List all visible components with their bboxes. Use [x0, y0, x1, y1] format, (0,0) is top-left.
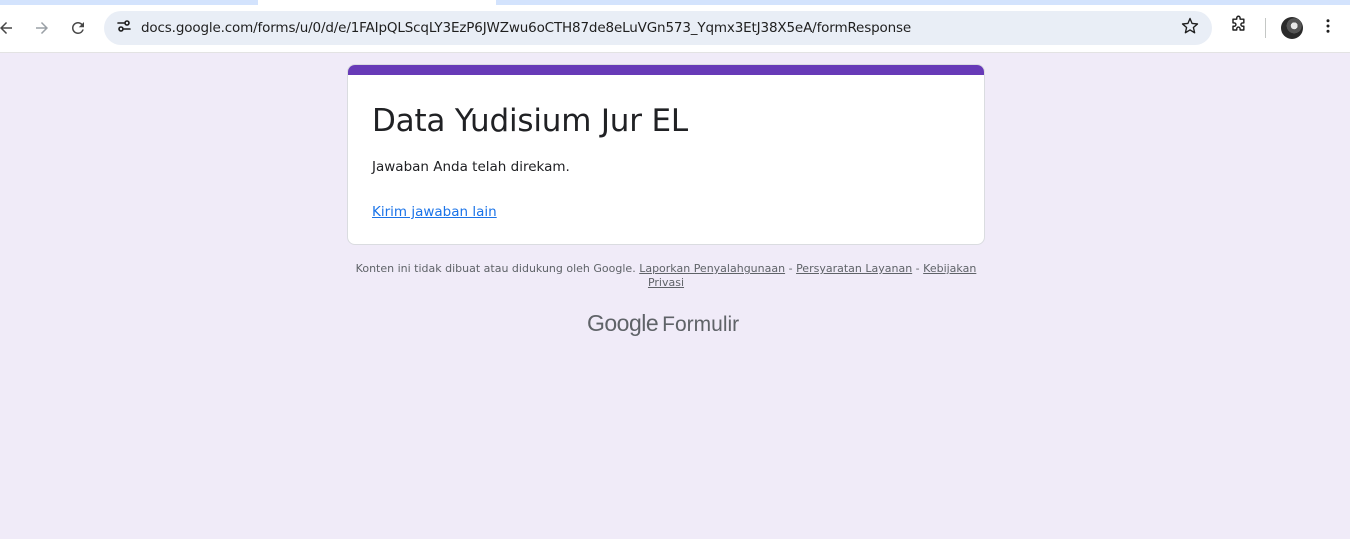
brand-google-wordmark: Google — [587, 310, 659, 336]
tab-strip-background — [0, 0, 258, 5]
address-bar[interactable]: docs.google.com/forms/u/0/d/e/1FAIpQLScq… — [104, 11, 1212, 45]
form-accent-bar — [348, 65, 984, 75]
form-footer: Konten ini tidak dibuat atau didukung ol… — [347, 262, 985, 290]
browser-menu-button[interactable] — [1316, 14, 1340, 42]
extensions-button[interactable] — [1225, 14, 1251, 40]
back-icon — [0, 19, 15, 37]
more-vert-icon — [1319, 17, 1337, 40]
terms-of-service-link[interactable]: Persyaratan Layanan — [796, 262, 912, 275]
browser-toolbar: docs.google.com/forms/u/0/d/e/1FAIpQLScq… — [0, 0, 1350, 53]
star-icon — [1181, 17, 1199, 40]
forward-icon — [33, 19, 51, 37]
submit-another-response-link[interactable]: Kirim jawaban lain — [372, 204, 497, 220]
toolbar-divider — [1265, 18, 1266, 38]
footer-disclaimer: Konten ini tidak dibuat atau didukung ol… — [355, 262, 636, 275]
reload-icon — [69, 19, 87, 37]
form-confirmation-card: Data Yudisium Jur EL Jawaban Anda telah … — [347, 64, 985, 245]
site-info-button[interactable] — [112, 16, 136, 40]
back-button[interactable] — [0, 14, 20, 42]
bookmark-button[interactable] — [1178, 16, 1202, 40]
reload-button[interactable] — [64, 14, 92, 42]
footer-separator: - — [788, 262, 793, 275]
footer-separator: - — [915, 262, 920, 275]
report-abuse-link[interactable]: Laporkan Penyalahgunaan — [639, 262, 785, 275]
google-forms-logo[interactable]: Google Formulir — [587, 310, 739, 340]
tab-strip-background — [496, 0, 1350, 5]
site-info-icon — [116, 18, 132, 39]
forward-button[interactable] — [28, 14, 56, 42]
confirmation-message: Jawaban Anda telah direkam. — [372, 159, 570, 175]
form-title: Data Yudisium Jur EL — [372, 103, 688, 139]
avatar[interactable] — [1281, 17, 1303, 39]
url-text[interactable]: docs.google.com/forms/u/0/d/e/1FAIpQLScq… — [141, 11, 911, 45]
brand-product-name: Formulir — [662, 313, 740, 336]
extensions-icon — [1228, 15, 1248, 40]
